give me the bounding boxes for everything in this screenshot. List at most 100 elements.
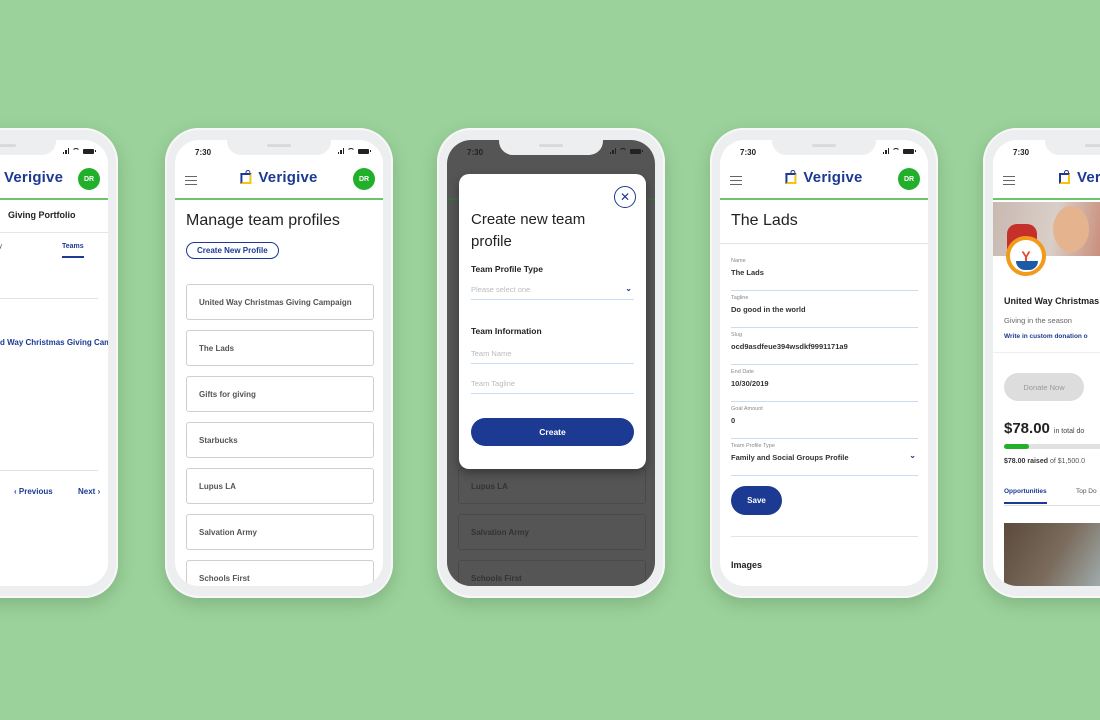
notch: [499, 140, 603, 155]
chevron-right-icon: ›: [95, 487, 101, 496]
profile-type-select[interactable]: Please select one ⌄: [471, 280, 634, 300]
wifi-icon: [347, 148, 355, 154]
list-item[interactable]: Starbucks: [186, 422, 374, 458]
app-bar: Verigive DR: [720, 162, 928, 200]
screen: 7:30 Verigive Y United Way Christmas Giv…: [993, 140, 1100, 586]
tab-top-donors[interactable]: Top Do: [1076, 488, 1097, 495]
team-name-input[interactable]: Team Name: [471, 344, 634, 364]
notch: [1045, 140, 1100, 155]
screen: Verigive DR Giving Portfolio Activity Te…: [0, 140, 108, 586]
screen: 7:30 Lupus LA Salvation Army Schools Fir…: [447, 140, 655, 586]
field-label: Goal Amount: [731, 406, 763, 412]
profile-header: The Lads: [720, 202, 928, 244]
notch: [227, 140, 331, 155]
wifi-icon: [892, 148, 900, 154]
divider: [0, 298, 98, 299]
logo[interactable]: Verigive: [0, 169, 63, 186]
custom-donation-link[interactable]: Write in custom donation o: [1004, 333, 1088, 340]
field-value: The Lads: [731, 268, 764, 277]
logo-text: Verigive: [1077, 169, 1100, 186]
page-title: Manage team profiles: [186, 212, 340, 229]
list-item[interactable]: The Lads: [186, 330, 374, 366]
select-placeholder: Please select one: [471, 285, 531, 294]
tab-teams[interactable]: Teams: [62, 243, 84, 258]
status-time: 7:30: [1013, 148, 1030, 157]
dimmed-profile-list: Lupus LA Salvation Army Schools First: [458, 468, 646, 586]
raised-text: raised: [1027, 458, 1048, 465]
field-value: 10/30/2019: [731, 379, 769, 388]
total-amount: $78.00 in total do: [1004, 420, 1084, 437]
name-field[interactable]: Name The Lads: [731, 254, 918, 291]
tab-opportunities[interactable]: Opportunities: [1004, 488, 1047, 504]
end-date-field[interactable]: End Date 10/30/2019: [731, 365, 918, 402]
close-icon: ✕: [619, 190, 631, 204]
menu-icon[interactable]: [185, 176, 197, 185]
divider: [993, 352, 1100, 353]
previous-label: Previous: [18, 487, 53, 496]
phone-giving-portfolio: Verigive DR Giving Portfolio Activity Te…: [0, 128, 118, 598]
profile-type-select[interactable]: Team Profile Type Family and Social Group…: [731, 439, 918, 476]
create-new-profile-button[interactable]: Create New Profile: [186, 242, 279, 259]
list-item[interactable]: United Way Christmas Giving Campaign: [186, 284, 374, 320]
list-item: Salvation Army: [458, 514, 646, 550]
menu-icon[interactable]: [1003, 176, 1015, 185]
app-bar: Verigive DR: [0, 162, 108, 200]
chevron-down-icon: ⌄: [625, 284, 632, 293]
team-tagline-placeholder: Team Tagline: [471, 379, 516, 388]
phone-campaign-page: 7:30 Verigive Y United Way Christmas Giv…: [983, 128, 1100, 598]
next-button[interactable]: Next ›: [78, 487, 100, 496]
slug-field[interactable]: Slug ocd9asdfeue394wsdkf9991171a9: [731, 328, 918, 365]
list-item: Lupus LA: [458, 468, 646, 504]
app-bar: Verigive DR: [175, 162, 383, 200]
team-info-label: Team Information: [471, 326, 542, 336]
field-label: Slug: [731, 332, 743, 338]
notch: [772, 140, 876, 155]
field-label: Tagline: [731, 295, 749, 301]
profile-type-label: Team Profile Type: [471, 264, 543, 274]
donate-now-button[interactable]: Donate Now: [1004, 373, 1084, 401]
verigive-logo-icon: [240, 170, 254, 185]
list-item[interactable]: Lupus LA: [186, 468, 374, 504]
logo[interactable]: Verigive: [240, 169, 317, 186]
field-label: Team Profile Type: [731, 443, 775, 449]
menu-icon[interactable]: [730, 176, 742, 185]
tagline-field[interactable]: Tagline Do good in the world: [731, 291, 918, 328]
list-item[interactable]: Salvation Army: [186, 514, 374, 550]
signal-icon: [609, 148, 616, 154]
avatar[interactable]: DR: [898, 168, 920, 190]
tab-activity[interactable]: Activity: [0, 243, 2, 250]
battery-icon: [903, 148, 916, 154]
list-item[interactable]: Schools First: [186, 560, 374, 586]
verigive-logo-icon: [1059, 170, 1073, 185]
create-profile-modal: ✕ Create new team profile Team Profile T…: [459, 174, 646, 469]
battery-icon: [630, 148, 643, 154]
status-time: 7:30: [195, 148, 212, 157]
avatar[interactable]: DR: [353, 168, 375, 190]
logo-text: Verigive: [803, 169, 863, 186]
logo[interactable]: Verigive: [785, 169, 862, 186]
goal-amount-field[interactable]: Goal Amount 0: [731, 402, 918, 439]
create-button[interactable]: Create: [471, 418, 634, 446]
battery-icon: [358, 148, 371, 154]
close-button[interactable]: ✕: [614, 186, 636, 208]
save-button[interactable]: Save: [731, 486, 782, 515]
signal-icon: [337, 148, 344, 154]
amount-suffix: in total do: [1053, 428, 1085, 435]
campaign-link[interactable]: United Way Christmas Giving Campaign: [0, 338, 108, 347]
progress-fill: [1004, 444, 1029, 449]
tabs: Activity Teams: [0, 232, 108, 292]
divider: [731, 536, 918, 537]
campaign-name: United Way Christmas: [1004, 296, 1100, 306]
previous-button[interactable]: ‹ Previous: [14, 487, 53, 496]
team-tagline-input[interactable]: Team Tagline: [471, 374, 634, 394]
field-value: Do good in the world: [731, 305, 806, 314]
avatar[interactable]: DR: [78, 168, 100, 190]
battery-icon: [83, 148, 96, 154]
divider: [0, 470, 98, 471]
chevron-down-icon: ⌄: [909, 451, 916, 460]
logo[interactable]: Verigive: [1059, 169, 1100, 186]
list-item[interactable]: Gifts for giving: [186, 376, 374, 412]
status-time: 7:30: [467, 148, 484, 157]
signal-icon: [62, 148, 69, 154]
modal-title: Create new team profile: [471, 211, 586, 250]
